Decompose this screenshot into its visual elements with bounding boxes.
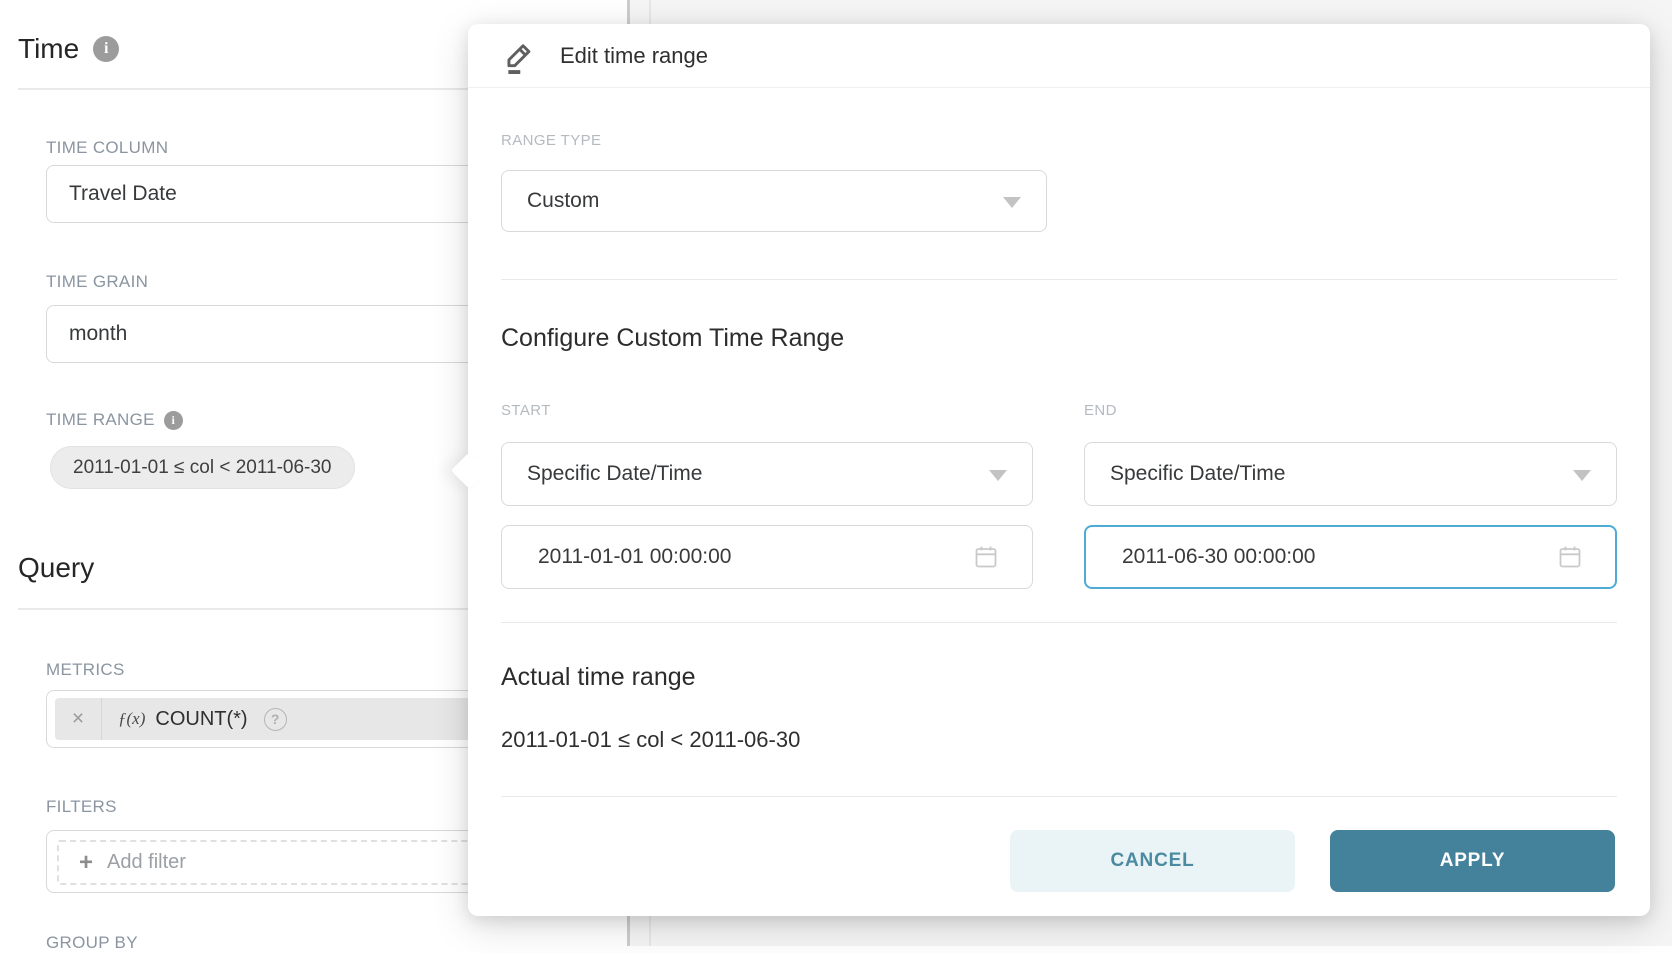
filters-label: FILTERS [46, 797, 117, 817]
query-section-label: Query [18, 552, 94, 584]
time-grain-label: TIME GRAIN [46, 272, 148, 292]
end-type-value: Specific Date/Time [1110, 462, 1285, 486]
start-datetime-input[interactable] [501, 525, 1033, 589]
range-type-label: RANGE TYPE [501, 132, 601, 149]
info-icon[interactable] [164, 411, 183, 430]
chevron-down-icon [1003, 197, 1021, 208]
end-datetime-input[interactable] [1084, 525, 1617, 589]
popover-title: Edit time range [560, 43, 708, 69]
end-type-select[interactable]: Specific Date/Time [1084, 442, 1617, 506]
popover-header: Edit time range [468, 24, 1650, 88]
time-column-value: Travel Date [69, 182, 177, 206]
chevron-down-icon [1573, 470, 1591, 481]
chevron-down-icon [989, 470, 1007, 481]
time-range-label-text: TIME RANGE [46, 410, 155, 430]
apply-button[interactable]: APPLY [1330, 830, 1615, 892]
start-type-value: Specific Date/Time [527, 462, 702, 486]
actual-time-range-value: 2011-01-01 ≤ col < 2011-06-30 [501, 727, 800, 753]
start-datetime-wrapper [501, 525, 1033, 589]
configure-heading: Configure Custom Time Range [501, 324, 844, 353]
time-grain-select[interactable]: month [46, 305, 476, 363]
time-range-label: TIME RANGE [46, 410, 183, 430]
chip-separator [101, 698, 102, 740]
metric-chip[interactable]: × ƒ(x) COUNT(*) ? [55, 698, 475, 740]
metrics-field[interactable]: × ƒ(x) COUNT(*) ? [46, 690, 476, 748]
metric-name: COUNT(*) [155, 708, 247, 731]
info-icon[interactable] [93, 36, 119, 62]
range-type-value: Custom [527, 189, 599, 213]
start-label: START [501, 402, 551, 419]
metric-help-icon[interactable]: ? [264, 708, 287, 731]
plus-icon: + [79, 849, 93, 877]
filters-field: + Add filter [46, 830, 476, 893]
edit-pencil-icon [502, 36, 538, 76]
end-datetime-wrapper [1084, 525, 1617, 589]
add-filter-button[interactable]: + Add filter [57, 840, 475, 885]
time-grain-value: month [69, 322, 127, 346]
cancel-button[interactable]: CANCEL [1010, 830, 1295, 892]
edit-time-range-popover: Edit time range RANGE TYPE Custom Config… [468, 24, 1650, 916]
calendar-icon[interactable] [1557, 544, 1583, 570]
remove-metric-icon[interactable]: × [55, 707, 101, 731]
metrics-label: METRICS [46, 660, 125, 680]
add-filter-label: Add filter [107, 851, 186, 874]
query-section-title: Query [18, 552, 94, 584]
divider [501, 279, 1617, 280]
divider [501, 622, 1617, 623]
actual-time-range-heading: Actual time range [501, 663, 696, 692]
group-by-label: GROUP BY [46, 933, 138, 953]
calendar-icon[interactable] [973, 544, 999, 570]
time-section-title: Time [18, 33, 119, 65]
divider [501, 796, 1617, 797]
section-divider [18, 608, 478, 610]
time-range-pill[interactable]: 2011-01-01 ≤ col < 2011-06-30 [50, 446, 355, 489]
time-section-label: Time [18, 33, 79, 65]
end-label: END [1084, 402, 1117, 419]
time-column-label: TIME COLUMN [46, 138, 168, 158]
range-type-select[interactable]: Custom [501, 170, 1047, 232]
start-type-select[interactable]: Specific Date/Time [501, 442, 1033, 506]
section-divider [18, 88, 478, 90]
time-column-select[interactable]: Travel Date [46, 165, 476, 223]
function-icon: ƒ(x) [118, 709, 145, 729]
